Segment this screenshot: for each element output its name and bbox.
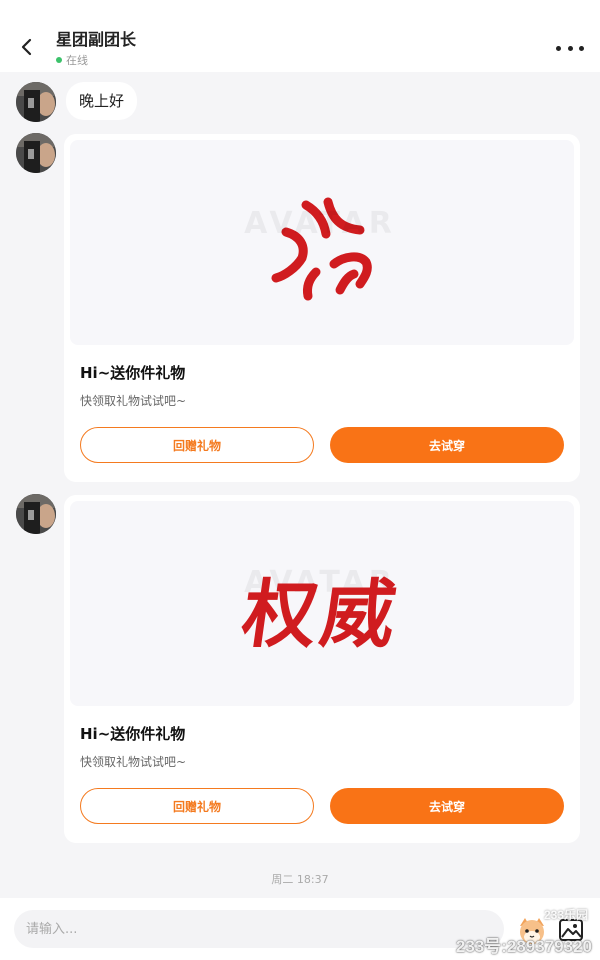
- more-dot: [556, 45, 561, 51]
- message-timestamp: 周二 18:37: [271, 873, 329, 886]
- try-on-button[interactable]: 去试穿: [330, 427, 564, 463]
- gift-sticker-image: AVATAR: [70, 140, 574, 345]
- more-dot: [567, 45, 573, 51]
- gift-card-subtitle: 快领取礼物试试吧~: [80, 755, 187, 769]
- watermark-logo: 233乐园: [543, 908, 588, 922]
- gift-card: AVATAR 权威 Hi~送你件礼物 快领取礼物试试吧~ 回赠礼物 去试穿: [64, 495, 580, 843]
- anger-symbol-icon: [271, 197, 372, 301]
- message-bubble: 晚上好: [66, 82, 138, 120]
- sticker-text: 权威: [237, 572, 406, 658]
- avatar-image: [16, 82, 56, 122]
- online-status-text: 在线: [66, 54, 88, 67]
- chat-header: 星团副团长 在线: [0, 0, 600, 72]
- online-dot-icon: [56, 57, 62, 63]
- gift-card-title: Hi~送你件礼物: [80, 725, 186, 743]
- message-input[interactable]: [14, 910, 504, 948]
- avatar-image: [16, 494, 56, 534]
- chat-title: 星团副团长: [56, 30, 137, 49]
- sender-avatar[interactable]: [16, 133, 56, 173]
- gift-card: AVATAR Hi~送你件礼物 快领取礼物试试吧~ 回赠礼物 去试穿: [64, 134, 580, 482]
- try-on-button[interactable]: 去试穿: [330, 788, 564, 824]
- return-gift-button[interactable]: 回赠礼物: [80, 788, 314, 824]
- more-button[interactable]: [556, 38, 584, 58]
- more-dot: [579, 45, 584, 51]
- chevron-left-icon: [21, 38, 32, 56]
- return-gift-button[interactable]: 回赠礼物: [80, 427, 314, 463]
- gift-sticker-image: AVATAR 权威: [70, 501, 574, 706]
- image-watermark: AVATAR: [244, 206, 396, 241]
- sender-avatar[interactable]: [16, 494, 56, 534]
- online-status: 在线: [56, 52, 136, 68]
- back-button[interactable]: [12, 30, 42, 64]
- chat-title-group: 星团副团长 在线: [56, 30, 136, 68]
- sender-avatar[interactable]: [16, 82, 56, 122]
- avatar-image: [16, 133, 56, 173]
- gift-card-title: Hi~送你件礼物: [80, 364, 186, 382]
- watermark-id: 233号:289379320: [455, 937, 592, 956]
- gift-card-subtitle: 快领取礼物试试吧~: [80, 394, 187, 408]
